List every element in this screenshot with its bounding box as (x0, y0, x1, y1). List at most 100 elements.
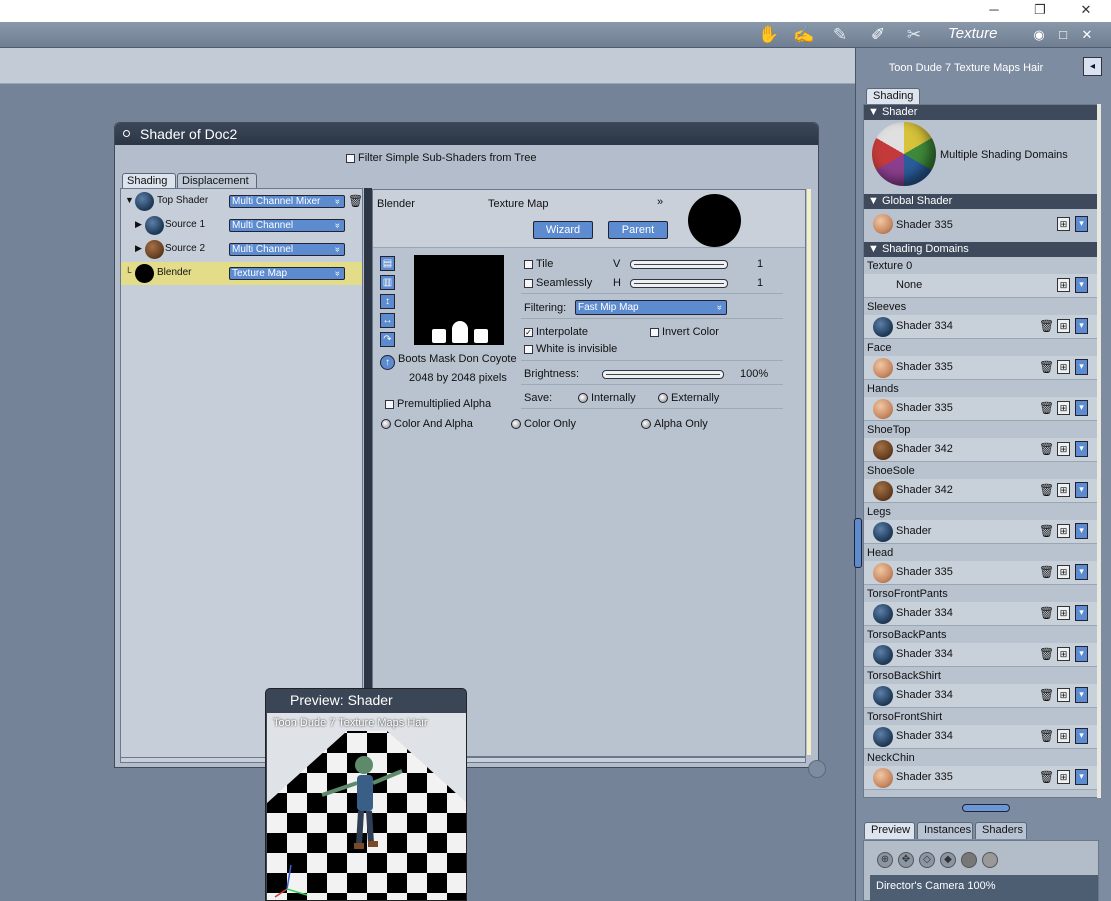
global-shader-row[interactable]: Shader 335 ⊞ ▾ (864, 211, 1098, 239)
trash-icon[interactable]: 🗑 (1039, 401, 1054, 415)
texture-shaded-icon[interactable] (982, 852, 998, 868)
shader-dropdown-icon[interactable]: ▾ (1075, 318, 1088, 334)
panel-scrollbar[interactable] (1097, 104, 1101, 798)
tree-node[interactable]: ▶ Source 2 Multi Channel (121, 238, 362, 261)
node-type-dropdown[interactable]: Multi Channel (229, 243, 345, 256)
edit-shader-icon[interactable]: ⊞ (1057, 483, 1070, 497)
window-menu-icon[interactable] (123, 130, 130, 137)
eye-icon[interactable]: ◉ (1031, 27, 1047, 43)
close-window-button[interactable]: ✕ (1063, 0, 1109, 22)
edit-shader-icon[interactable]: ⊞ (1057, 647, 1070, 661)
shader-section-header[interactable]: ▼ Shader (864, 105, 1098, 120)
expand-right-icon[interactable]: ▶ (135, 243, 142, 254)
trash-icon[interactable]: 🗑 (1039, 770, 1054, 784)
radio-alpha-only[interactable]: Alpha Only (641, 418, 708, 430)
trash-icon[interactable]: 🗑 (1039, 647, 1054, 661)
shader-dropdown-icon[interactable]: ▾ (1075, 687, 1088, 703)
pose-room-icon[interactable]: ✋ (757, 24, 781, 46)
trash-icon[interactable]: 🗑 (1039, 319, 1054, 333)
hair-room-icon[interactable]: ✎ (828, 24, 852, 46)
trash-icon[interactable]: 🗑 (1039, 729, 1054, 743)
brightness-slider[interactable] (602, 370, 724, 379)
white-invisible-checkbox[interactable]: White is invisible (524, 343, 617, 355)
filter-checkbox[interactable]: Filter Simple Sub-Shaders from Tree (346, 152, 537, 164)
domain-shader-row[interactable]: Shader 334 🗑 ⊞ ▾ (864, 643, 1098, 667)
camera-move-icon[interactable]: ✥ (898, 852, 914, 868)
cloth-room-icon[interactable]: ✂ (902, 24, 926, 46)
texture-thumbnail[interactable] (414, 255, 504, 345)
domain-shader-row[interactable]: Shader 334 🗑 ⊞ ▾ (864, 602, 1098, 626)
expand-right-icon[interactable]: ▶ (135, 219, 142, 230)
solid-cube-icon[interactable]: ◆ (940, 852, 956, 868)
reload-file-icon[interactable]: ▥ (380, 275, 395, 290)
shader-dropdown-icon[interactable]: ▾ (1075, 728, 1088, 744)
parent-button[interactable]: Parent (608, 221, 668, 239)
global-shader-header[interactable]: ▼ Global Shader (864, 194, 1098, 209)
edit-shader-icon[interactable]: ⊞ (1057, 401, 1070, 415)
tile-checkbox[interactable]: Tile (524, 258, 553, 270)
camera-orbit-icon[interactable]: ⊕ (877, 852, 893, 868)
v-tile-slider[interactable] (630, 260, 728, 269)
domain-shader-row[interactable]: Shader 334 🗑 ⊞ ▾ (864, 725, 1098, 749)
tab-displacement[interactable]: Displacement (177, 173, 257, 189)
edit-shader-icon[interactable]: ⊞ (1057, 770, 1070, 784)
tab-shading[interactable]: Shading (866, 88, 921, 105)
panel-splitter-handle[interactable] (962, 804, 1010, 812)
save-externally-radio[interactable]: Externally (658, 392, 719, 404)
h-tile-slider[interactable] (630, 279, 728, 288)
domain-shader-row[interactable]: Shader 335 🗑 ⊞ ▾ (864, 561, 1098, 585)
panel-menu-button[interactable]: ◂ (1083, 57, 1102, 76)
maximize-icon[interactable]: □ (1055, 27, 1071, 43)
open-file-icon[interactable]: ▤ (380, 256, 395, 271)
minimize-button[interactable]: ─ (971, 0, 1017, 22)
edit-shader-icon[interactable]: ⊞ (1057, 688, 1070, 702)
info-up-icon[interactable]: ↑ (380, 355, 395, 370)
tab-shaders[interactable]: Shaders (975, 822, 1027, 839)
face-room-icon[interactable]: ✍ (792, 24, 816, 46)
editor-scrollbar[interactable] (807, 189, 811, 755)
shader-dropdown-icon[interactable]: ▾ (1075, 523, 1088, 539)
domain-shader-row[interactable]: Shader 334 🗑 ⊞ ▾ (864, 315, 1098, 339)
shader-dropdown-icon[interactable]: ▾ (1075, 564, 1088, 580)
domain-shader-row[interactable]: Shader 335 🗑 ⊞ ▾ (864, 356, 1098, 380)
wireframe-cube-icon[interactable]: ◇ (919, 852, 935, 868)
edit-shader-icon[interactable]: ⊞ (1057, 278, 1070, 292)
tab-shading[interactable]: Shading (122, 173, 176, 189)
shader-dropdown-icon[interactable]: ▾ (1075, 441, 1088, 457)
radio-color-only[interactable]: Color Only (511, 418, 576, 430)
edit-shader-icon[interactable]: ⊞ (1057, 360, 1070, 374)
collapse-chevron-icon[interactable]: » (657, 196, 663, 208)
edit-shader-icon[interactable]: ⊞ (1057, 606, 1070, 620)
trash-icon[interactable]: 🗑 (1039, 606, 1054, 620)
close-icon[interactable]: ✕ (1079, 27, 1095, 43)
tab-instances[interactable]: Instances (917, 822, 973, 839)
interpolate-checkbox[interactable]: ✓ Interpolate (524, 326, 588, 338)
shader-dropdown-icon[interactable]: ▾ (1075, 277, 1088, 293)
edit-shader-icon[interactable]: ⊞ (1057, 729, 1070, 743)
shader-dropdown-icon[interactable]: ▾ (1075, 216, 1088, 232)
filtering-dropdown[interactable]: Fast Mip Map (575, 300, 727, 315)
trash-icon[interactable]: 🗑 (348, 194, 363, 208)
flip-horizontal-icon[interactable]: ↔ (380, 313, 395, 328)
trash-icon[interactable]: 🗑 (1039, 565, 1054, 579)
shader-dropdown-icon[interactable]: ▾ (1075, 359, 1088, 375)
node-type-dropdown[interactable]: Multi Channel Mixer (229, 195, 345, 208)
tree-node[interactable]: ▼ Top Shader Multi Channel Mixer🗑 (121, 190, 363, 213)
restore-button[interactable]: ❐ (1017, 0, 1063, 22)
trash-icon[interactable]: 🗑 (1039, 688, 1054, 702)
trash-icon[interactable]: 🗑 (1039, 524, 1054, 538)
shader-dropdown-icon[interactable]: ▾ (1075, 400, 1088, 416)
edit-shader-icon[interactable]: ⊞ (1057, 524, 1070, 538)
window-resize-handle[interactable] (808, 760, 826, 778)
domain-shader-row[interactable]: Shader 335 🗑 ⊞ ▾ (864, 397, 1098, 421)
shader-dropdown-icon[interactable]: ▾ (1075, 482, 1088, 498)
domain-shader-row[interactable]: Shader 334 🗑 ⊞ ▾ (864, 684, 1098, 708)
save-internally-radio[interactable]: Internally (578, 392, 636, 404)
domain-shader-row[interactable]: Shader 🗑 ⊞ ▾ (864, 520, 1098, 544)
edit-shader-icon[interactable]: ⊞ (1057, 442, 1070, 456)
panel-collapse-handle[interactable] (854, 518, 862, 568)
shading-domains-header[interactable]: ▼ Shading Domains (864, 242, 1098, 257)
rotate-icon[interactable]: ↷ (380, 332, 395, 347)
wizard-button[interactable]: Wizard (533, 221, 593, 239)
smooth-shaded-icon[interactable] (961, 852, 977, 868)
